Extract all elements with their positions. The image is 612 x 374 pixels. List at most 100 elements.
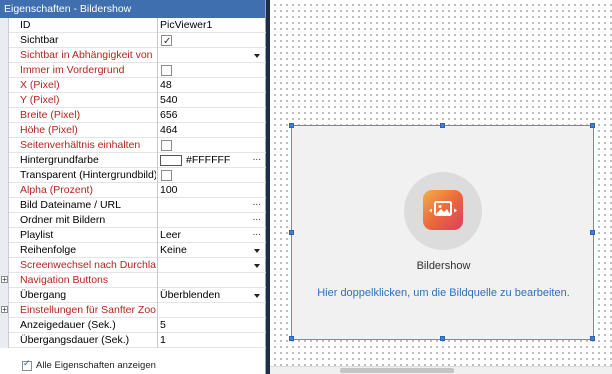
property-row[interactable]: Breite (Pixel) 656 — [0, 108, 266, 123]
slideshow-widget[interactable]: Bildershow Hier doppelklicken, um die Bi… — [289, 123, 595, 341]
property-row[interactable]: Alpha (Prozent) 100 — [0, 183, 266, 198]
column-divider[interactable] — [157, 123, 158, 138]
property-value-text: 464 — [160, 124, 178, 136]
property-row[interactable]: Ordner mit Bildern... — [0, 210, 266, 228]
ellipsis-icon[interactable]: ... — [253, 210, 261, 225]
property-value[interactable] — [160, 138, 266, 153]
property-row[interactable]: Playlist Leer... — [0, 225, 266, 243]
expand-group-plus-icon[interactable]: + — [1, 306, 8, 314]
row-gutter — [0, 198, 9, 213]
column-divider[interactable] — [157, 318, 158, 333]
horizontal-scrollbar-thumb[interactable] — [340, 368, 454, 373]
property-row[interactable]: Screenwechsel nach Durchlauf — [0, 258, 266, 273]
column-divider[interactable] — [157, 183, 158, 198]
property-value[interactable]: #FFFFFF... — [160, 150, 266, 168]
property-value[interactable] — [160, 168, 266, 183]
column-divider[interactable] — [157, 258, 158, 273]
column-divider[interactable] — [157, 78, 158, 93]
column-divider[interactable] — [157, 333, 158, 348]
column-divider[interactable] — [157, 228, 158, 243]
property-row[interactable]: Seitenverhältnis einhalten — [0, 138, 266, 153]
column-divider[interactable] — [157, 288, 158, 303]
row-gutter — [0, 63, 9, 78]
property-value[interactable] — [160, 303, 266, 318]
column-divider[interactable] — [157, 18, 158, 33]
chevron-down-icon[interactable] — [254, 294, 260, 298]
column-divider[interactable] — [157, 303, 158, 318]
property-row[interactable]: Anzeigedauer (Sek.) 5 — [0, 318, 266, 333]
property-row[interactable]: Sichtbar — [0, 33, 266, 49]
resize-handle-bottom[interactable] — [440, 336, 445, 341]
column-divider[interactable] — [157, 213, 158, 228]
property-value[interactable]: 48 — [160, 78, 266, 93]
property-value[interactable]: 464 — [160, 123, 266, 138]
resize-handle-right[interactable] — [590, 230, 595, 235]
column-divider[interactable] — [157, 48, 158, 63]
chevron-down-icon[interactable] — [254, 264, 260, 268]
ellipsis-icon[interactable]: ... — [253, 195, 261, 210]
property-value[interactable]: ... — [160, 195, 266, 213]
resize-handle-top-right[interactable] — [590, 123, 595, 128]
property-row[interactable]: Transparent (Hintergrundbild) — [0, 168, 266, 183]
resize-handle-bottom-right[interactable] — [590, 336, 595, 341]
property-checkbox[interactable] — [161, 170, 172, 181]
color-swatch[interactable] — [160, 155, 182, 166]
resize-handle-top-left[interactable] — [289, 123, 294, 128]
ellipsis-icon[interactable]: ... — [253, 225, 261, 240]
property-value[interactable]: Überblenden — [160, 288, 266, 303]
property-value[interactable] — [160, 258, 266, 273]
column-divider[interactable] — [157, 63, 158, 78]
column-divider[interactable] — [157, 198, 158, 213]
property-row[interactable]: Y (Pixel) 540 — [0, 93, 266, 108]
property-row[interactable]: Sichtbar in Abhängigkeit von — [0, 48, 266, 63]
property-name: Reihenfolge — [20, 244, 77, 256]
property-value[interactable]: 5 — [160, 318, 266, 333]
column-divider[interactable] — [157, 138, 158, 153]
expand-group-plus-icon[interactable]: + — [1, 276, 8, 284]
property-row[interactable]: ID PicViewer1 — [0, 18, 266, 33]
property-value[interactable]: ... — [160, 210, 266, 228]
resize-handle-top[interactable] — [440, 123, 445, 128]
property-value[interactable] — [160, 33, 266, 49]
property-row[interactable]: + Navigation Buttons — [0, 273, 266, 288]
design-canvas[interactable]: Bildershow Hier doppelklicken, um die Bi… — [270, 0, 612, 374]
chevron-down-icon[interactable] — [254, 249, 260, 253]
column-divider[interactable] — [157, 33, 158, 48]
property-row[interactable]: Übergang Überblenden — [0, 288, 266, 303]
slideshow-widget-hint[interactable]: Hier doppelklicken, um die Bildquelle zu… — [292, 287, 595, 299]
property-value[interactable] — [160, 273, 266, 288]
show-all-properties-checkbox[interactable] — [22, 359, 32, 371]
column-divider[interactable] — [157, 168, 158, 183]
column-divider[interactable] — [157, 153, 158, 168]
property-row[interactable]: Übergangsdauer (Sek.) 1 — [0, 333, 266, 348]
property-value[interactable]: Leer... — [160, 225, 266, 243]
resize-handle-left[interactable] — [289, 230, 294, 235]
property-value[interactable] — [160, 63, 266, 78]
column-divider[interactable] — [157, 93, 158, 108]
row-gutter — [0, 108, 9, 123]
property-value[interactable]: Keine — [160, 243, 266, 258]
property-checkbox[interactable] — [161, 65, 172, 76]
property-row[interactable]: Reihenfolge Keine — [0, 243, 266, 258]
property-value[interactable]: 656 — [160, 108, 266, 123]
property-row[interactable]: X (Pixel) 48 — [0, 78, 266, 93]
column-divider[interactable] — [157, 108, 158, 123]
property-value[interactable]: 540 — [160, 93, 266, 108]
property-row[interactable]: Immer im Vordergrund — [0, 63, 266, 78]
property-checkbox[interactable] — [161, 140, 172, 151]
property-checkbox[interactable] — [161, 34, 172, 49]
property-row[interactable]: Höhe (Pixel) 464 — [0, 123, 266, 138]
property-row[interactable]: Bild Dateiname / URL... — [0, 195, 266, 213]
horizontal-scrollbar[interactable] — [270, 366, 612, 374]
column-divider[interactable] — [157, 273, 158, 288]
property-row[interactable]: + Einstellungen für Sanfter Zoom — [0, 303, 266, 318]
column-divider[interactable] — [157, 243, 158, 258]
property-value[interactable]: 100 — [160, 183, 266, 198]
property-value[interactable]: PicViewer1 — [160, 18, 266, 33]
ellipsis-icon[interactable]: ... — [253, 150, 261, 165]
property-value[interactable] — [160, 48, 266, 63]
property-row[interactable]: Hintergrundfarbe #FFFFFF... — [0, 150, 266, 168]
chevron-down-icon[interactable] — [254, 54, 260, 58]
property-value[interactable]: 1 — [160, 333, 266, 348]
resize-handle-bottom-left[interactable] — [289, 336, 294, 341]
